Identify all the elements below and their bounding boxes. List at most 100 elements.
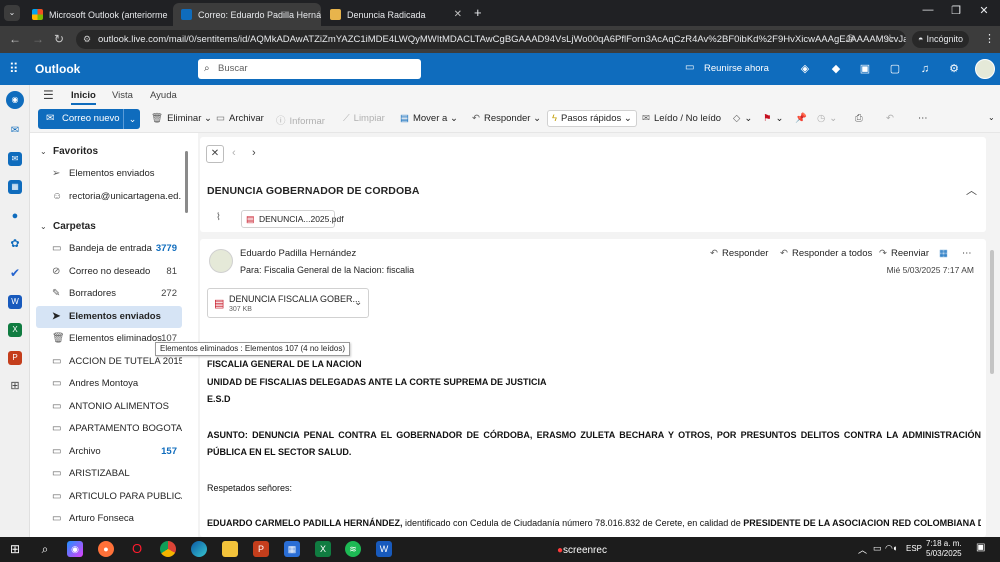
delete-button[interactable]: 🗑 Eliminar ⌄ (151, 113, 212, 124)
language-indicator[interactable]: ESP (906, 544, 922, 553)
folder-item[interactable]: ▭ Arturo Fonseca (36, 508, 182, 530)
reply-button[interactable]: ↶ Responder ⌄ (472, 113, 541, 124)
sender-name[interactable]: Eduardo Padilla Hernández (240, 248, 356, 259)
firefox-icon[interactable]: ● (98, 541, 114, 557)
windows-start-icon[interactable]: ⊞ (7, 541, 23, 557)
excel-icon[interactable]: X (8, 323, 22, 337)
folder-item[interactable]: ▭ ARISTIZABAL (36, 463, 182, 485)
archive-button[interactable]: ▭ Archivar (216, 113, 264, 124)
chevron-down-icon[interactable]: ⌄ (40, 222, 47, 231)
close-tab-icon[interactable]: ✕ (448, 9, 462, 20)
url-field[interactable]: ⚙ outlook.live.com/mail/0/sentitems/id/A… (76, 30, 906, 49)
close-icon[interactable]: ✕ (206, 145, 224, 163)
copilot-icon[interactable]: ◉ (6, 91, 24, 109)
back-icon[interactable]: ← (9, 32, 21, 46)
close-window-icon[interactable]: ✕ (974, 4, 994, 17)
folder-junk[interactable]: ⊘ Correo no deseado 81 (36, 261, 182, 283)
browser-tab[interactable]: Microsoft Outlook (anteriorme ✕ (24, 3, 172, 26)
chrome-icon[interactable] (160, 541, 176, 557)
site-info-icon[interactable]: ⚙ (83, 30, 91, 49)
folder-drafts[interactable]: ✎ Borradores 272 (36, 283, 182, 305)
hamburger-icon[interactable]: ☰ (43, 88, 54, 102)
attachment-chip[interactable]: ▤ DENUNCIA...2025.pdf (241, 210, 344, 228)
video-call-icon[interactable]: ▭ (685, 62, 694, 73)
forward-button[interactable]: ↷ Reenviar (879, 248, 929, 259)
more-icon[interactable]: ⋯ (962, 248, 972, 259)
folder-item[interactable]: ▭ ANTONIO ALIMENTOS (36, 396, 182, 418)
people-icon[interactable]: ● (8, 209, 22, 223)
chevron-down-icon[interactable]: ⌄ (40, 147, 47, 156)
copilot-icon[interactable]: ◉ (67, 541, 83, 557)
excel-icon[interactable]: X (315, 541, 331, 557)
sweep-button[interactable]: ⟋ Limpiar (343, 113, 385, 124)
reload-icon[interactable]: ↻ (54, 32, 64, 46)
word-icon[interactable]: W (8, 295, 22, 309)
favorite-item-account[interactable]: ☺ rectoria@unicartagena.ed... (36, 186, 182, 208)
send-icon[interactable]: ✉ (8, 124, 22, 138)
calendar-icon[interactable]: ▦ (8, 180, 22, 194)
collapse-icon[interactable]: ︿ (966, 182, 977, 198)
quick-steps-button[interactable]: ϟ Pasos rápidos ⌄ (547, 110, 637, 127)
ribbon-collapse-icon[interactable]: ⌄ (988, 113, 995, 122)
reply-all-button[interactable]: ↶ Responder a todos (780, 248, 872, 259)
favorite-item-sent[interactable]: ➢ Elementos enviados (36, 163, 182, 185)
snooze-button[interactable]: ◷ ⌄ (817, 113, 837, 124)
folders-header[interactable]: Carpetas (53, 221, 96, 232)
chevron-down-icon[interactable]: ⌄ (354, 297, 362, 308)
groups-icon[interactable]: ✿ (8, 237, 22, 251)
folder-item[interactable]: ▭ Andres Montoya (36, 373, 182, 395)
spotify-icon[interactable]: ≋ (345, 541, 361, 557)
tray-network-icon[interactable]: ▭ (873, 543, 882, 554)
folder-item[interactable]: ▭APARTAMENTO BOGOTA. ... (36, 418, 182, 440)
store-icon[interactable]: ▦ (284, 541, 300, 557)
read-unread-button[interactable]: ✉ Leído / No leído (642, 113, 721, 124)
tab-ayuda[interactable]: Ayuda (150, 90, 177, 101)
tab-inicio[interactable]: Inicio (71, 90, 96, 105)
word-icon[interactable]: W (376, 541, 392, 557)
close-tab-icon[interactable]: ✕ (168, 9, 172, 20)
tray-chevron-icon[interactable]: ︿ (858, 543, 867, 556)
volume-icon[interactable]: ◖ (892, 543, 897, 553)
meet-now-button[interactable]: Reunirse ahora (704, 63, 769, 74)
search-icon[interactable]: ⌕ (37, 541, 53, 557)
folder-item[interactable]: ▭ ARTICULO PARA PUBLICAR (36, 486, 182, 508)
eye-off-icon[interactable]: ◎ (846, 33, 855, 44)
onenote-icon[interactable]: ▣ (858, 62, 872, 76)
flag-button[interactable]: ⚑ ⌄ (763, 113, 784, 124)
app-launcher-icon[interactable]: ⠿ (9, 61, 19, 77)
chevron-left-icon[interactable]: ‹ (232, 147, 236, 159)
notification-icon[interactable]: ▣ (976, 542, 985, 553)
profile-avatar[interactable] (975, 59, 995, 79)
premium-diamond-icon[interactable]: ◆ (829, 62, 843, 76)
undo-button[interactable]: ↶ (886, 113, 898, 124)
tag-button[interactable]: ◇ ⌄ (733, 113, 752, 124)
tab-vista[interactable]: Vista (112, 90, 133, 101)
move-to-button[interactable]: ▤ Mover a ⌄ (400, 113, 458, 124)
search-input[interactable]: ⌕ Buscar (198, 59, 421, 79)
tab-menu-button[interactable]: ⌄ (4, 5, 20, 21)
browser-tab-active[interactable]: Correo: Eduardo Padilla Hernán ✕ (173, 3, 321, 26)
gear-icon[interactable]: ⚙ (947, 62, 961, 76)
browser-tab[interactable]: Denuncia Radicada ✕ (322, 3, 470, 26)
attachment-card[interactable]: ▤ DENUNCIA FISCALIA GOBER... 307 KB ⌄ (207, 288, 369, 318)
folder-archive[interactable]: ▭ Archivo 157 (36, 441, 182, 463)
print-button[interactable]: ⎙ (855, 113, 867, 124)
reading-scrollbar[interactable] (990, 250, 994, 374)
favorites-header[interactable]: Favoritos (53, 146, 98, 157)
mail-icon[interactable]: ✉ (8, 152, 22, 166)
folder-inbox[interactable]: ▭ Bandeja de entrada 3779 (36, 238, 182, 260)
powerpoint-icon[interactable]: P (253, 541, 269, 557)
feedback-icon[interactable]: ▢ (888, 62, 902, 76)
more-apps-icon[interactable]: ⊞ (8, 379, 22, 393)
chevron-right-icon[interactable]: › (252, 147, 256, 159)
forward-icon[interactable]: → (32, 32, 44, 46)
edge-icon[interactable] (191, 541, 207, 557)
incognito-badge[interactable]: ◓ Incógnito (912, 31, 969, 48)
todo-icon[interactable]: ✔ (8, 266, 22, 280)
opera-icon[interactable]: O (129, 541, 145, 557)
teams-icon[interactable]: ◈ (798, 62, 812, 76)
powerpoint-icon[interactable]: P (8, 351, 22, 365)
reply-button[interactable]: ↶ Responder (710, 248, 768, 259)
new-mail-dropdown[interactable]: ⌄ (123, 109, 141, 129)
restore-icon[interactable]: ❐ (946, 4, 966, 17)
